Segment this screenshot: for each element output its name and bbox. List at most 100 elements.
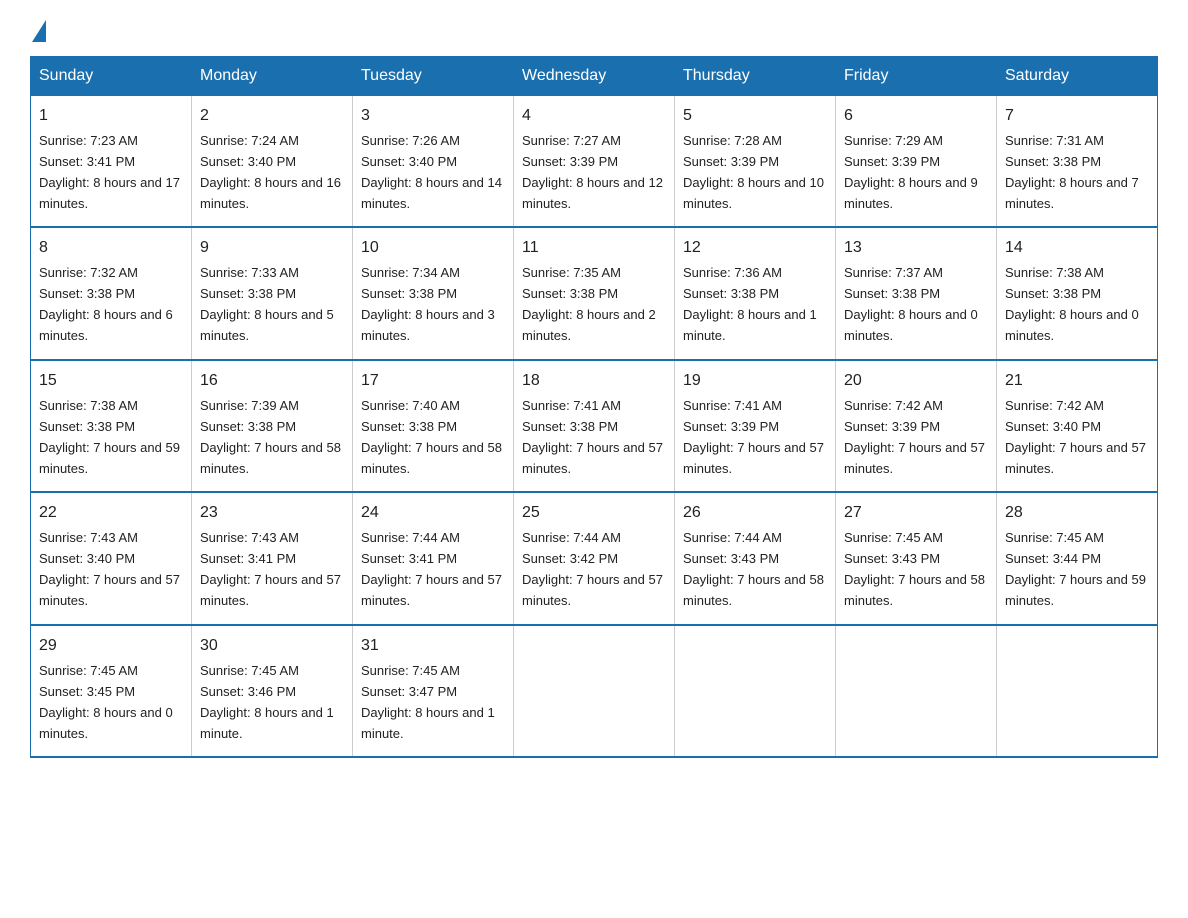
week-row-2: 8Sunrise: 7:32 AMSunset: 3:38 PMDaylight… [31, 227, 1158, 359]
day-info: Sunrise: 7:43 AMSunset: 3:40 PMDaylight:… [39, 530, 180, 608]
logo [30, 20, 48, 36]
day-number: 2 [200, 104, 344, 129]
day-number: 9 [200, 236, 344, 261]
day-number: 19 [683, 369, 827, 394]
calendar-cell: 13 Sunrise: 7:37 AMSunset: 3:38 PMDayligh… [836, 227, 997, 359]
day-number: 5 [683, 104, 827, 129]
day-number: 25 [522, 501, 666, 526]
day-number: 12 [683, 236, 827, 261]
day-info: Sunrise: 7:33 AMSunset: 3:38 PMDaylight:… [200, 265, 334, 343]
day-info: Sunrise: 7:34 AMSunset: 3:38 PMDaylight:… [361, 265, 495, 343]
day-info: Sunrise: 7:41 AMSunset: 3:38 PMDaylight:… [522, 398, 663, 476]
day-number: 22 [39, 501, 183, 526]
day-number: 28 [1005, 501, 1149, 526]
calendar-cell: 31Sunrise: 7:45 AMSunset: 3:47 PMDayligh… [353, 625, 514, 757]
calendar-cell: 15 Sunrise: 7:38 AMSunset: 3:38 PMDayligh… [31, 360, 192, 492]
day-number: 24 [361, 501, 505, 526]
day-number: 8 [39, 236, 183, 261]
weekday-header-wednesday: Wednesday [514, 57, 675, 96]
day-number: 21 [1005, 369, 1149, 394]
calendar-cell: 25 Sunrise: 7:44 AMSunset: 3:42 PMDayligh… [514, 492, 675, 624]
day-number: 13 [844, 236, 988, 261]
weekday-header-sunday: Sunday [31, 57, 192, 96]
week-row-1: 1 Sunrise: 7:23 AMSunset: 3:41 PMDaylight… [31, 96, 1158, 228]
day-info: Sunrise: 7:44 AMSunset: 3:42 PMDaylight:… [522, 530, 663, 608]
day-info: Sunrise: 7:45 AMSunset: 3:44 PMDaylight:… [1005, 530, 1146, 608]
day-info: Sunrise: 7:26 AMSunset: 3:40 PMDaylight:… [361, 133, 502, 211]
calendar-cell: 23 Sunrise: 7:43 AMSunset: 3:41 PMDayligh… [192, 492, 353, 624]
day-info: Sunrise: 7:24 AMSunset: 3:40 PMDaylight:… [200, 133, 341, 211]
calendar-cell [675, 625, 836, 757]
weekday-header-tuesday: Tuesday [353, 57, 514, 96]
day-info: Sunrise: 7:37 AMSunset: 3:38 PMDaylight:… [844, 265, 978, 343]
day-number: 7 [1005, 104, 1149, 129]
day-info: Sunrise: 7:27 AMSunset: 3:39 PMDaylight:… [522, 133, 663, 211]
day-info: Sunrise: 7:45 AMSunset: 3:43 PMDaylight:… [844, 530, 985, 608]
day-number: 20 [844, 369, 988, 394]
day-number: 15 [39, 369, 183, 394]
calendar-cell: 16 Sunrise: 7:39 AMSunset: 3:38 PMDayligh… [192, 360, 353, 492]
calendar-cell: 27 Sunrise: 7:45 AMSunset: 3:43 PMDayligh… [836, 492, 997, 624]
calendar-cell: 19Sunrise: 7:41 AMSunset: 3:39 PMDayligh… [675, 360, 836, 492]
calendar-cell [997, 625, 1158, 757]
calendar-cell: 5 Sunrise: 7:28 AMSunset: 3:39 PMDaylight… [675, 96, 836, 228]
calendar-cell: 21Sunrise: 7:42 AMSunset: 3:40 PMDayligh… [997, 360, 1158, 492]
day-info: Sunrise: 7:45 AMSunset: 3:46 PMDaylight:… [200, 663, 334, 741]
day-number: 31 [361, 634, 505, 659]
day-number: 4 [522, 104, 666, 129]
day-info: Sunrise: 7:44 AMSunset: 3:43 PMDaylight:… [683, 530, 824, 608]
calendar-cell: 22 Sunrise: 7:43 AMSunset: 3:40 PMDayligh… [31, 492, 192, 624]
calendar-cell: 6 Sunrise: 7:29 AMSunset: 3:39 PMDaylight… [836, 96, 997, 228]
day-info: Sunrise: 7:35 AMSunset: 3:38 PMDaylight:… [522, 265, 656, 343]
day-number: 17 [361, 369, 505, 394]
day-number: 18 [522, 369, 666, 394]
calendar-cell: 26 Sunrise: 7:44 AMSunset: 3:43 PMDayligh… [675, 492, 836, 624]
day-info: Sunrise: 7:39 AMSunset: 3:38 PMDaylight:… [200, 398, 341, 476]
day-info: Sunrise: 7:42 AMSunset: 3:39 PMDaylight:… [844, 398, 985, 476]
day-number: 23 [200, 501, 344, 526]
calendar-cell: 8Sunrise: 7:32 AMSunset: 3:38 PMDaylight… [31, 227, 192, 359]
calendar-cell: 2 Sunrise: 7:24 AMSunset: 3:40 PMDaylight… [192, 96, 353, 228]
day-info: Sunrise: 7:38 AMSunset: 3:38 PMDaylight:… [1005, 265, 1139, 343]
day-number: 3 [361, 104, 505, 129]
calendar-cell: 29 Sunrise: 7:45 AMSunset: 3:45 PMDayligh… [31, 625, 192, 757]
calendar-cell: 14 Sunrise: 7:38 AMSunset: 3:38 PMDayligh… [997, 227, 1158, 359]
calendar-cell: 10 Sunrise: 7:34 AMSunset: 3:38 PMDayligh… [353, 227, 514, 359]
logo-triangle-icon [32, 20, 46, 42]
calendar-cell: 17Sunrise: 7:40 AMSunset: 3:38 PMDayligh… [353, 360, 514, 492]
logo-text [30, 20, 48, 42]
day-info: Sunrise: 7:23 AMSunset: 3:41 PMDaylight:… [39, 133, 180, 211]
calendar-cell: 11 Sunrise: 7:35 AMSunset: 3:38 PMDayligh… [514, 227, 675, 359]
day-number: 16 [200, 369, 344, 394]
day-info: Sunrise: 7:36 AMSunset: 3:38 PMDaylight:… [683, 265, 817, 343]
day-number: 29 [39, 634, 183, 659]
calendar-cell: 30 Sunrise: 7:45 AMSunset: 3:46 PMDayligh… [192, 625, 353, 757]
weekday-header-thursday: Thursday [675, 57, 836, 96]
weekday-header-friday: Friday [836, 57, 997, 96]
day-number: 30 [200, 634, 344, 659]
day-info: Sunrise: 7:38 AMSunset: 3:38 PMDaylight:… [39, 398, 180, 476]
calendar-cell: 7Sunrise: 7:31 AMSunset: 3:38 PMDaylight… [997, 96, 1158, 228]
weekday-header-monday: Monday [192, 57, 353, 96]
day-info: Sunrise: 7:28 AMSunset: 3:39 PMDaylight:… [683, 133, 824, 211]
day-number: 10 [361, 236, 505, 261]
day-number: 6 [844, 104, 988, 129]
day-info: Sunrise: 7:45 AMSunset: 3:45 PMDaylight:… [39, 663, 173, 741]
calendar-cell: 1 Sunrise: 7:23 AMSunset: 3:41 PMDaylight… [31, 96, 192, 228]
day-info: Sunrise: 7:43 AMSunset: 3:41 PMDaylight:… [200, 530, 341, 608]
day-number: 14 [1005, 236, 1149, 261]
week-row-3: 15 Sunrise: 7:38 AMSunset: 3:38 PMDayligh… [31, 360, 1158, 492]
day-number: 27 [844, 501, 988, 526]
day-number: 11 [522, 236, 666, 261]
weekday-header-row: SundayMondayTuesdayWednesdayThursdayFrid… [31, 57, 1158, 96]
day-info: Sunrise: 7:29 AMSunset: 3:39 PMDaylight:… [844, 133, 978, 211]
calendar-cell: 18 Sunrise: 7:41 AMSunset: 3:38 PMDayligh… [514, 360, 675, 492]
page-header [30, 20, 1158, 36]
calendar-cell [836, 625, 997, 757]
calendar-cell: 4 Sunrise: 7:27 AMSunset: 3:39 PMDaylight… [514, 96, 675, 228]
week-row-4: 22 Sunrise: 7:43 AMSunset: 3:40 PMDayligh… [31, 492, 1158, 624]
day-number: 26 [683, 501, 827, 526]
day-number: 1 [39, 104, 183, 129]
calendar-cell: 20 Sunrise: 7:42 AMSunset: 3:39 PMDayligh… [836, 360, 997, 492]
calendar-cell [514, 625, 675, 757]
